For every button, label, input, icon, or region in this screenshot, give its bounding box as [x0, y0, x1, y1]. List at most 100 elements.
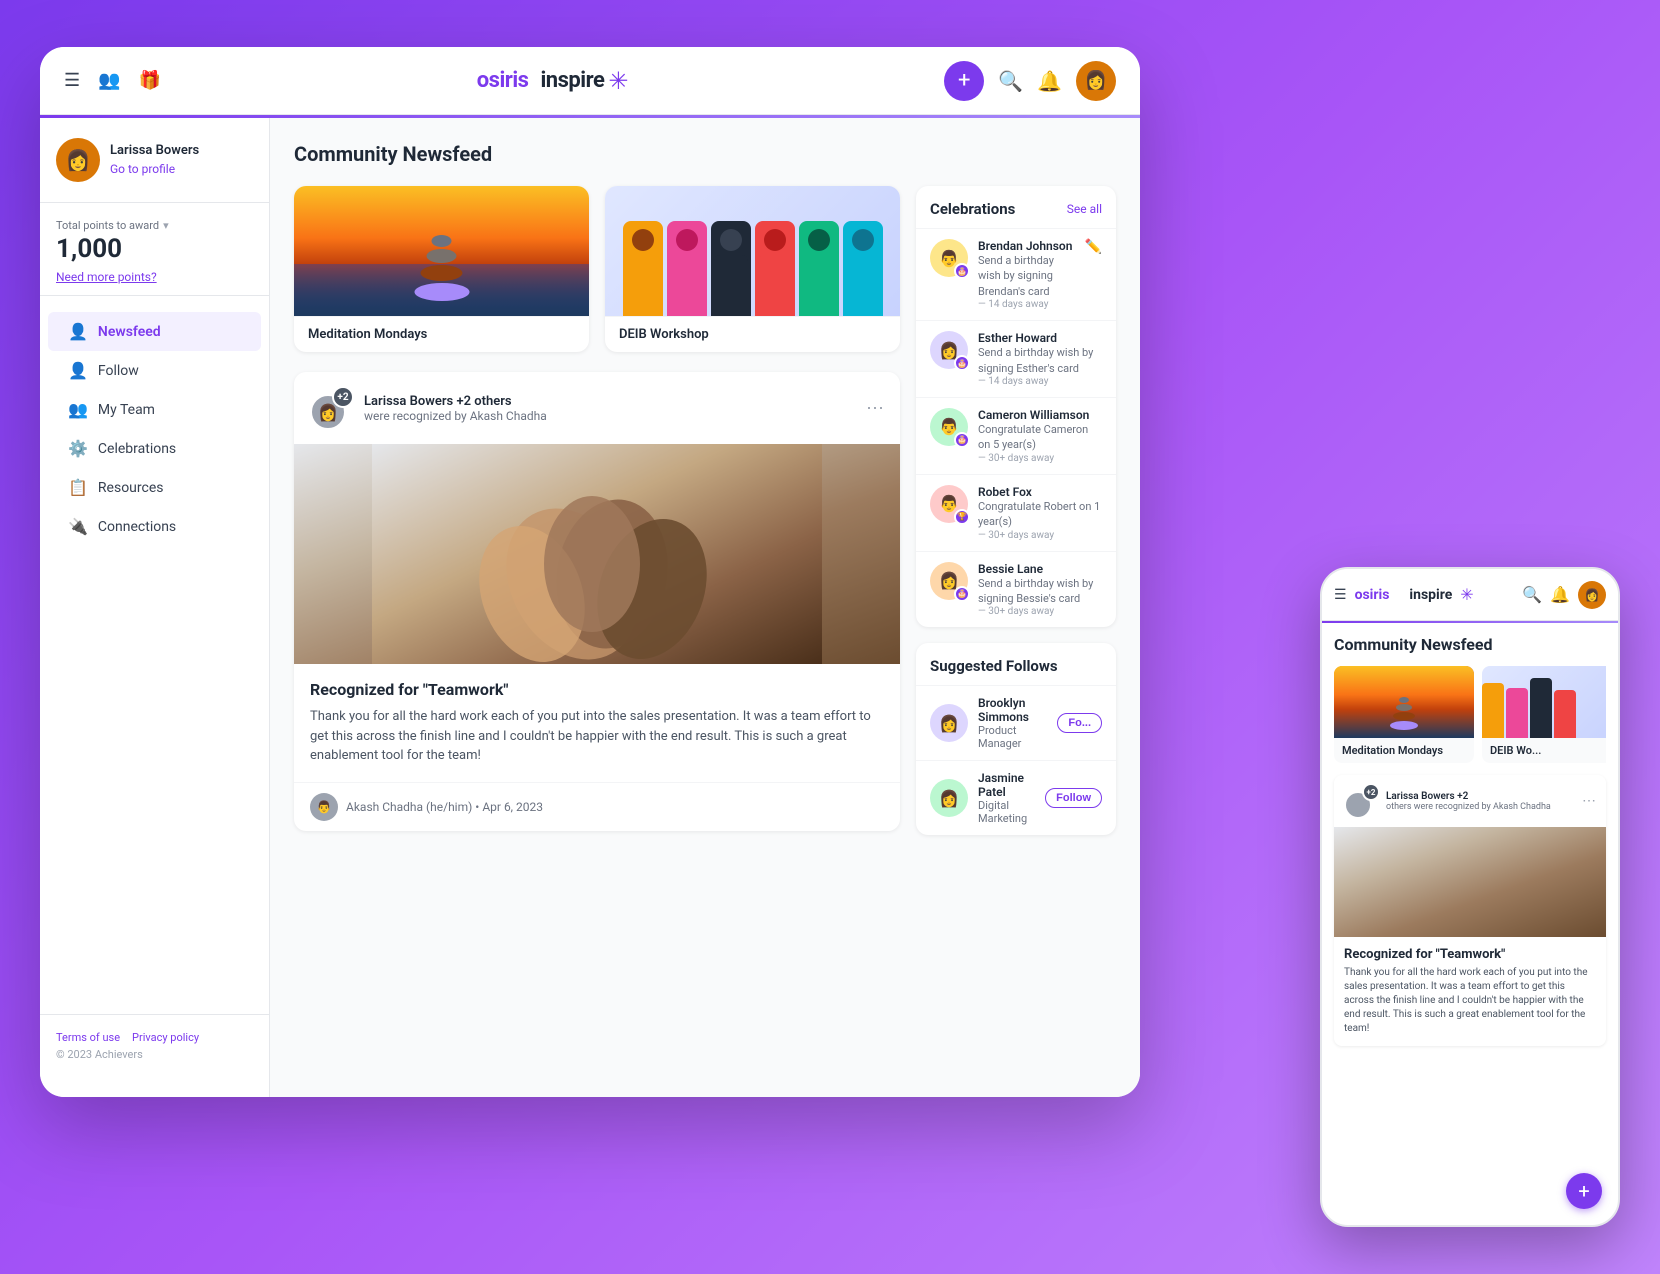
cameron-info: Cameron Williamson Congratulate Cameron … — [978, 408, 1102, 464]
phone-post-count: +2 — [1362, 783, 1380, 801]
sidebar-item-my-team-label: My Team — [98, 402, 155, 418]
esther-info: Esther Howard Send a birthday wish by si… — [978, 331, 1102, 387]
poster-info: Akash Chadha (he/him) • Apr 6, 2023 — [346, 800, 543, 814]
header-right-icons: + 🔍 🔔 👩 — [944, 61, 1116, 101]
esther-action[interactable]: Send a birthday wish by signing Esther's… — [978, 345, 1102, 376]
bessie-name: Bessie Lane — [978, 562, 1102, 576]
phone-meditation-card[interactable]: Meditation Mondays — [1334, 666, 1474, 763]
phone-deib-title: DEIB Wo... — [1482, 738, 1606, 763]
app-logo: osiris inspire ✳ — [173, 67, 932, 95]
people-icon[interactable]: 👥 — [98, 70, 120, 91]
bessie-action[interactable]: Send a birthday wish by signing Bessie's… — [978, 576, 1102, 607]
main-three-col: Meditation Mondays — [294, 186, 1116, 847]
esther-avatar-wrapper: 👩 🎂 — [930, 331, 968, 369]
sidebar-item-newsfeed-label: Newsfeed — [98, 324, 161, 340]
phone-meditation-title: Meditation Mondays — [1334, 738, 1474, 763]
robet-action[interactable]: Congratulate Robert on 1 year(s) — [978, 499, 1102, 530]
sidebar-item-connections[interactable]: 🔌 Connections — [48, 507, 261, 546]
robet-name: Robet Fox — [978, 485, 1102, 499]
phone-plus-button[interactable]: + — [1566, 1173, 1602, 1209]
privacy-link[interactable]: Privacy policy — [132, 1031, 199, 1044]
post-teamwork-image — [294, 444, 900, 664]
phone-search-icon[interactable]: 🔍 — [1522, 585, 1542, 604]
bessie-badge: 🎂 — [954, 586, 970, 602]
recognition-title: Recognized for "Teamwork" — [310, 680, 884, 699]
deib-card[interactable]: DEIB Workshop — [605, 186, 900, 352]
page-title: Community Newsfeed — [294, 142, 1116, 166]
phone-post-author: Larissa Bowers +2 — [1386, 791, 1576, 802]
sidebar-item-celebrations-label: Celebrations — [98, 441, 176, 457]
phone-post-menu-icon[interactable]: ⋯ — [1582, 793, 1596, 809]
feed-column: Meditation Mondays — [294, 186, 900, 847]
points-label: Total points to award ▾ — [56, 219, 253, 232]
sidebar-item-resources-label: Resources — [98, 480, 164, 496]
brendan-badge: 🎂 — [954, 263, 970, 279]
phone-header: ☰ osiris inspire ✳ 🔍 🔔 👩 — [1322, 569, 1618, 621]
post-date: Apr 6, 2023 — [482, 800, 543, 814]
resources-icon: 📋 — [68, 478, 88, 497]
celebration-item-cameron: 👨 🎂 Cameron Williamson Congratulate Came… — [916, 397, 1116, 474]
sidebar-item-my-team[interactable]: 👥 My Team — [48, 390, 261, 429]
menu-icon[interactable]: ☰ — [64, 70, 80, 91]
sidebar-goto-profile-link[interactable]: Go to profile — [110, 162, 175, 176]
points-dropdown-icon[interactable]: ▾ — [163, 219, 169, 232]
suggested-follows-panel: Suggested Follows 👩 Brooklyn Simmons Pro… — [916, 643, 1116, 835]
user-avatar[interactable]: 👩 — [1076, 61, 1116, 101]
jasmine-follow-button[interactable]: Follow — [1045, 788, 1102, 808]
poster-avatar: 👨 — [310, 793, 338, 821]
phone-post-meta: Larissa Bowers +2 others were recognized… — [1386, 791, 1576, 812]
terms-link[interactable]: Terms of use — [56, 1031, 120, 1044]
meditation-card[interactable]: Meditation Mondays — [294, 186, 589, 352]
phone-logo-spark: ✳ — [1460, 585, 1473, 604]
sidebar: 👩 Larissa Bowers Go to profile Total poi… — [40, 118, 270, 1097]
brendan-time: — 14 days away — [978, 299, 1075, 310]
sidebar-item-newsfeed[interactable]: 👤 Newsfeed — [48, 312, 261, 351]
sidebar-item-follow-label: Follow — [98, 363, 139, 379]
jasmine-name: Jasmine Patel — [978, 771, 1035, 799]
robet-time: — 30+ days away — [978, 530, 1102, 541]
post-menu-icon[interactable]: ⋯ — [866, 398, 884, 419]
brooklyn-name: Brooklyn Simmons — [978, 696, 1047, 724]
phone-menu-icon[interactable]: ☰ — [1334, 587, 1347, 603]
need-more-points-link[interactable]: Need more points? — [56, 270, 157, 284]
brendan-info: Brendan Johnson Send a birthday wish by … — [978, 239, 1075, 310]
sidebar-item-celebrations[interactable]: ⚙️ Celebrations — [48, 429, 261, 468]
post-meta: Larissa Bowers +2 others were recognized… — [364, 394, 856, 423]
sidebar-item-resources[interactable]: 📋 Resources — [48, 468, 261, 507]
brendan-action[interactable]: Send a birthday wish by signing Brendan'… — [978, 253, 1075, 299]
connections-icon: 🔌 — [68, 517, 88, 536]
gift-icon[interactable]: 🎁 — [139, 70, 161, 91]
deib-card-image — [605, 186, 900, 316]
celebrations-header: Celebrations See all — [916, 186, 1116, 228]
search-icon[interactable]: 🔍 — [998, 69, 1023, 93]
brooklyn-info: Brooklyn Simmons Product Manager — [978, 696, 1047, 750]
stone-3 — [421, 265, 463, 281]
cameron-action[interactable]: Congratulate Cameron on 5 year(s) — [978, 422, 1102, 453]
brooklyn-avatar: 👩 — [930, 704, 968, 742]
sidebar-profile-name: Larissa Bowers — [110, 143, 199, 158]
tablet-device: ☰ 👥 🎁 osiris inspire ✳ + 🔍 🔔 👩 — [40, 47, 1140, 1097]
sidebar-item-follow[interactable]: 👤 Follow — [48, 351, 261, 390]
robet-badge: 🏆 — [954, 509, 970, 525]
points-section: Total points to award ▾ 1,000 Need more … — [40, 203, 269, 296]
phone-user-avatar[interactable]: 👩 — [1578, 581, 1606, 609]
brooklyn-follow-button[interactable]: Fo... — [1057, 713, 1102, 733]
phone-content: Community Newsfeed — [1322, 623, 1618, 1223]
phone-bell-icon[interactable]: 🔔 — [1550, 585, 1570, 604]
see-all-link[interactable]: See all — [1067, 202, 1102, 216]
phone-post-image — [1334, 827, 1606, 937]
celebration-item-bessie: 👩 🎂 Bessie Lane Send a birthday wish by … — [916, 551, 1116, 628]
suggested-header: Suggested Follows — [916, 643, 1116, 685]
post-avatar-count: +2 — [332, 386, 354, 408]
brendan-name: Brendan Johnson — [978, 239, 1075, 253]
suggested-item-brooklyn: 👩 Brooklyn Simmons Product Manager Fo... — [916, 685, 1116, 760]
plus-button[interactable]: + — [944, 61, 984, 101]
logo-spark: ✳ — [608, 67, 628, 95]
poster-name: Akash Chadha (he/him) — [346, 800, 472, 814]
brendan-edit-icon[interactable]: ✏️ — [1085, 239, 1102, 255]
bell-icon[interactable]: 🔔 — [1037, 69, 1062, 93]
robet-info: Robet Fox Congratulate Robert on 1 year(… — [978, 485, 1102, 541]
cameron-name: Cameron Williamson — [978, 408, 1102, 422]
phone-deib-card[interactable]: DEIB Wo... — [1482, 666, 1606, 763]
robet-avatar-wrapper: 👨 🏆 — [930, 485, 968, 523]
